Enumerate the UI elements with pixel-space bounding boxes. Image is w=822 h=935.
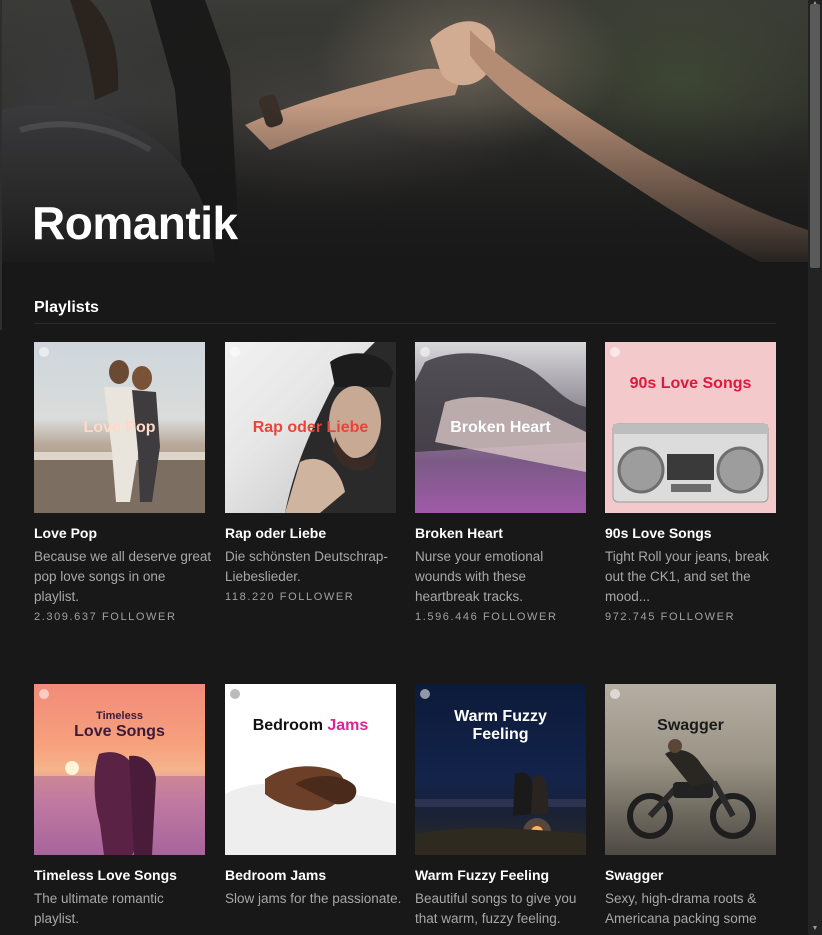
playlist-card-broken-heart[interactable]: Broken Heart Broken Heart Nurse your emo… bbox=[415, 342, 586, 623]
playlist-title[interactable]: Love Pop bbox=[34, 525, 205, 542]
spotify-logo-icon bbox=[420, 347, 430, 357]
playlist-title[interactable]: Bedroom Jams bbox=[225, 867, 396, 884]
playlist-card-timeless-love-songs[interactable]: Timeless Love Songs Timeless Love Songs … bbox=[34, 684, 205, 929]
spotify-logo-icon bbox=[39, 347, 49, 357]
playlist-card-90s-love-songs[interactable]: 90s Love Songs 90s Love Songs Tight Roll… bbox=[605, 342, 776, 623]
playlist-description: Nurse your emotional wounds with these h… bbox=[415, 549, 544, 604]
playlist-cover[interactable]: 90s Love Songs bbox=[605, 342, 776, 513]
spotify-logo-icon bbox=[610, 347, 620, 357]
cover-title: Bedroom Jams bbox=[225, 717, 396, 735]
playlist-title[interactable]: Warm Fuzzy Feeling bbox=[415, 867, 586, 884]
spotify-logo-icon bbox=[420, 689, 430, 699]
playlist-cover[interactable]: Timeless Love Songs bbox=[34, 684, 205, 855]
cover-title: Swagger bbox=[657, 717, 724, 734]
playlist-card-bedroom-jams[interactable]: Bedroom Jams Bedroom Jams Slow jams for … bbox=[225, 684, 401, 909]
cover-title-part1: Bedroom bbox=[252, 717, 328, 734]
playlist-description: Slow jams for the passionate. bbox=[225, 891, 402, 906]
cover-title: Rap oder Liebe bbox=[252, 419, 369, 436]
playlist-followers: 118.220 FOLLOWER bbox=[225, 591, 355, 603]
cover-title: Love Pop bbox=[83, 419, 156, 436]
playlist-title[interactable]: Timeless Love Songs bbox=[34, 867, 205, 884]
cover-title-line1: Timeless bbox=[96, 710, 143, 722]
scrollbar-thumb[interactable] bbox=[810, 4, 820, 268]
cover-title-line2: Love Songs bbox=[74, 723, 165, 740]
playlist-card-warm-fuzzy-feeling[interactable]: Warm Fuzzy Feeling Warm Fuzzy Feeling Be… bbox=[415, 684, 586, 929]
cover-title-line1: Warm Fuzzy bbox=[454, 708, 547, 725]
cover-title: Broken Heart bbox=[450, 419, 551, 436]
cover-image bbox=[612, 423, 769, 503]
playlist-followers: 2.309.637 FOLLOWER bbox=[34, 611, 177, 623]
page-title: Romantik bbox=[32, 197, 238, 249]
playlist-cover[interactable]: Love Pop bbox=[34, 342, 205, 513]
scroll-down-arrow-icon[interactable]: ▼ bbox=[811, 925, 819, 933]
playlist-cover[interactable]: Swagger bbox=[605, 684, 776, 855]
playlist-card-rap-oder-liebe[interactable]: Rap oder Liebe Rap oder Liebe Die schöns… bbox=[225, 342, 396, 603]
playlist-description: Sexy, high-drama roots & Americana packi… bbox=[605, 891, 757, 926]
playlist-card-swagger[interactable]: Swagger Swagger Sexy, high-drama roots &… bbox=[605, 684, 776, 929]
playlist-followers: 972.745 FOLLOWER bbox=[605, 611, 736, 623]
playlist-description: Die schönsten Deutschrap-Liebeslieder. bbox=[225, 549, 388, 584]
playlist-title[interactable]: Swagger bbox=[605, 867, 776, 884]
playlist-description: Beautiful songs to give you that warm, f… bbox=[415, 891, 577, 926]
playlist-cover[interactable]: Warm Fuzzy Feeling bbox=[415, 684, 586, 855]
playlist-title[interactable]: Broken Heart bbox=[415, 525, 586, 542]
playlist-cover[interactable]: Bedroom Jams bbox=[225, 684, 396, 855]
hero-banner: Romantik bbox=[0, 0, 808, 262]
cover-image bbox=[627, 739, 756, 839]
spotify-logo-icon bbox=[230, 347, 240, 357]
spotify-logo-icon bbox=[230, 689, 240, 699]
playlist-cover[interactable]: Rap oder Liebe bbox=[225, 342, 396, 513]
section-title-playlists: Playlists bbox=[34, 299, 99, 316]
window-edge bbox=[0, 0, 2, 330]
playlist-cover[interactable]: Broken Heart bbox=[415, 342, 586, 513]
cover-image bbox=[225, 766, 396, 855]
cover-title: 90s Love Songs bbox=[629, 375, 752, 392]
spotify-logo-icon bbox=[39, 689, 49, 699]
playlist-followers: 1.596.446 FOLLOWER bbox=[415, 611, 558, 623]
playlist-description: Because we all deserve great pop love so… bbox=[34, 549, 212, 604]
cover-title-part2: Jams bbox=[327, 717, 369, 734]
playlist-description: Tight Roll your jeans, break out the CK1… bbox=[605, 549, 769, 604]
playlist-description: The ultimate romantic playlist. bbox=[34, 891, 164, 926]
section-divider bbox=[34, 323, 776, 324]
playlist-card-love-pop[interactable]: Love Pop Love Pop Because we all deserve… bbox=[34, 342, 211, 623]
scrollbar[interactable]: ▲ ▼ bbox=[808, 0, 822, 935]
spotify-logo-icon bbox=[610, 689, 620, 699]
playlist-title[interactable]: Rap oder Liebe bbox=[225, 525, 396, 542]
cover-title-line2: Feeling bbox=[472, 726, 529, 743]
playlist-title[interactable]: 90s Love Songs bbox=[605, 525, 776, 542]
